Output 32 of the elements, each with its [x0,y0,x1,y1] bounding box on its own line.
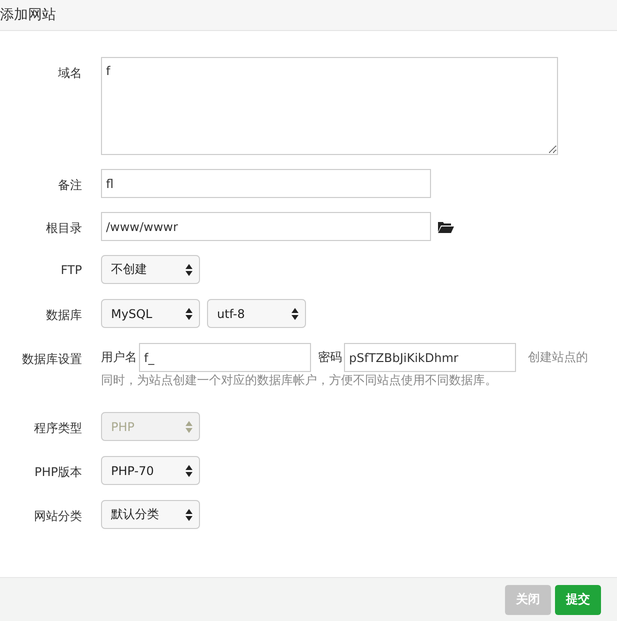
username-field[interactable]: f_ [139,343,311,372]
select-dropdown[interactable]: PHP-70 [101,456,200,486]
sort-arrows-icon [291,306,299,320]
hint-text: 创建站点的 [528,350,588,364]
select-dropdown[interactable]: 不创建 [101,255,200,284]
password-label: 密码 [318,350,342,364]
select-dropdown: PHP [101,412,200,442]
sort-arrows-icon [185,420,193,434]
sort-arrows-icon [185,262,193,276]
field-label: FTP [60,262,82,277]
field-label: 根目录 [45,220,82,237]
username-label: 用户名 [101,350,137,364]
field-label: PHP版本 [34,464,82,482]
select-dropdown[interactable]: utf-8 [207,299,306,328]
sort-arrows-icon [185,306,193,320]
select-dropdown[interactable]: 默认分类 [101,500,200,530]
domain-textarea[interactable]: f [101,57,558,155]
folder-icon[interactable] [438,220,454,232]
field-label: 域名 [57,65,82,82]
field-label: 备注 [57,177,82,194]
field-label: 数据库设置 [21,351,82,368]
input-field[interactable]: fl [101,169,431,198]
window-title: 添加网站 [0,6,56,24]
field-label: 数据库 [45,307,82,324]
select-dropdown[interactable]: MySQL [101,299,200,328]
sort-arrows-icon [185,508,193,522]
sort-arrows-icon [185,464,193,478]
input-field[interactable]: /www/wwwr [101,212,431,241]
field-label: 程序类型 [33,420,82,438]
field-label: 网站分类 [33,508,82,526]
password-field[interactable]: pSfTZBbJiKikDhmr [344,343,516,372]
hint-text: 同时，为站点创建一个对应的数据库帐户，方便不同站点使用不同数据库。 [101,372,498,388]
